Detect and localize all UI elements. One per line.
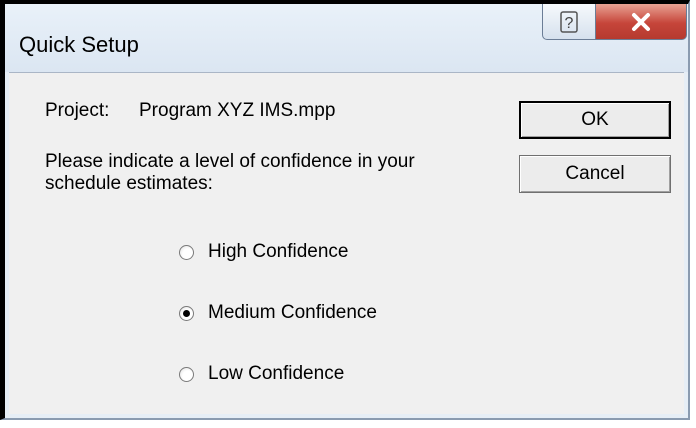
- close-button[interactable]: [595, 4, 687, 40]
- svg-text:?: ?: [565, 15, 574, 32]
- project-label: Project:: [45, 100, 110, 121]
- help-icon: ?: [560, 10, 578, 33]
- medium-confidence-radio[interactable]: [179, 305, 194, 321]
- medium-confidence-option[interactable]: Medium Confidence: [179, 302, 377, 324]
- cancel-button[interactable]: Cancel: [519, 155, 671, 193]
- medium-confidence-label[interactable]: Medium Confidence: [208, 302, 377, 324]
- prompt-line-1: Please indicate a level of confidence in…: [45, 151, 415, 172]
- high-confidence-radio[interactable]: [179, 244, 194, 260]
- high-confidence-label[interactable]: High Confidence: [208, 241, 348, 263]
- low-confidence-option[interactable]: Low Confidence: [179, 363, 344, 385]
- confidence-prompt: Please indicate a level of confidence in…: [45, 151, 415, 195]
- help-button[interactable]: ?: [542, 4, 596, 40]
- ok-button[interactable]: OK: [519, 101, 671, 139]
- low-confidence-label[interactable]: Low Confidence: [208, 363, 344, 385]
- project-name: Program XYZ IMS.mpp: [139, 100, 336, 121]
- quick-setup-dialog: Quick Setup ? Project: Program XYZ IMS.m…: [0, 0, 690, 420]
- title-bar[interactable]: Quick Setup ?: [5, 4, 688, 72]
- low-confidence-radio[interactable]: [179, 366, 194, 382]
- close-icon: [632, 12, 650, 31]
- dialog-body: Project: Program XYZ IMS.mpp Please indi…: [9, 72, 684, 414]
- dialog-title: Quick Setup: [19, 32, 139, 57]
- prompt-line-2: schedule estimates:: [45, 173, 213, 194]
- high-confidence-option[interactable]: High Confidence: [179, 241, 348, 263]
